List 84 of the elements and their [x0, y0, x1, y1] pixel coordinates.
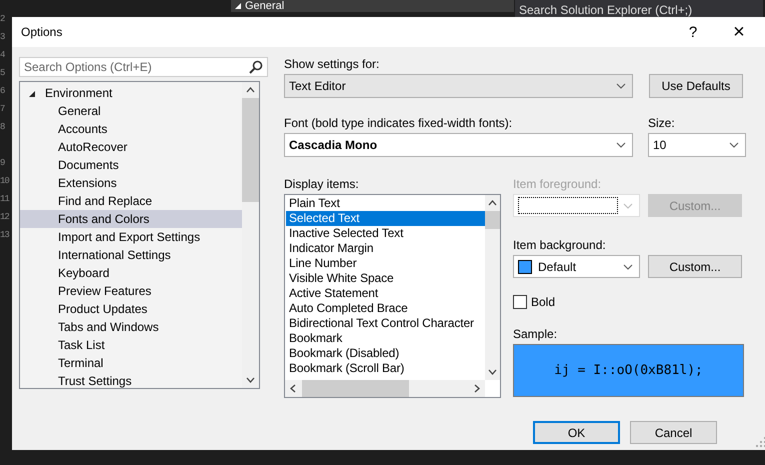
scrollbar-thumb[interactable] [242, 98, 259, 202]
line-number: 11 [0, 193, 9, 206]
sample-text: ij = I::oO(0xB81l); [554, 363, 703, 378]
list-item[interactable]: Selected Text [286, 211, 485, 226]
ok-button[interactable]: OK [533, 421, 620, 444]
expand-arrow-icon [29, 90, 35, 97]
expand-arrow-icon [235, 3, 241, 9]
search-field[interactable]: Search Options (Ctrl+E) [19, 57, 268, 77]
line-number: 4 [0, 49, 4, 62]
resize-grip-icon[interactable] [756, 437, 765, 447]
tree-item[interactable]: Task List [20, 336, 242, 354]
chevron-down-icon [623, 264, 633, 270]
scroll-up-icon [246, 87, 255, 93]
custom-button[interactable]: Custom... [648, 255, 742, 278]
tree-item[interactable]: Keyboard [20, 264, 242, 282]
line-number: 9 [0, 157, 4, 170]
tree-item[interactable]: AutoRecover [20, 138, 242, 156]
field-label: Size: [648, 116, 676, 130]
field-label: Display items: [284, 177, 360, 191]
scrollbar-thumb[interactable] [485, 211, 500, 229]
tree-item[interactable]: Find and Replace [20, 192, 242, 210]
cancel-button[interactable]: Cancel [630, 421, 717, 444]
list-item[interactable]: Active Statement [286, 286, 485, 301]
scroll-down-icon [246, 377, 255, 383]
panel-title: General [245, 0, 284, 12]
list-item[interactable]: Plain Text [286, 196, 485, 211]
close-button[interactable]: × [716, 17, 762, 47]
color-dropdown[interactable]: Default [513, 255, 640, 278]
line-number: 7 [0, 103, 4, 116]
list-item[interactable]: Visible White Space [286, 271, 485, 286]
scrollbar[interactable] [285, 380, 485, 397]
list-item[interactable]: Bookmark [286, 331, 485, 346]
tree-item[interactable]: Extensions [20, 174, 242, 192]
tree-item[interactable]: Preview Features [20, 282, 242, 300]
scrollbar[interactable] [485, 195, 500, 380]
tree-item[interactable]: Fonts and Colors [20, 210, 242, 228]
line-number: 12 [0, 211, 9, 224]
chevron-down-icon [729, 142, 739, 148]
list-item[interactable]: Bidirectional Text Control Character [286, 316, 485, 331]
line-number: 13 [0, 229, 9, 242]
chevron-down-icon [616, 83, 626, 89]
tree-item[interactable]: International Settings [20, 246, 242, 264]
tree-item[interactable]: General [20, 102, 242, 120]
list-item[interactable]: Bookmark (Scroll Bar) [286, 361, 485, 376]
field-label: Item background: [513, 238, 607, 252]
tree-item[interactable]: Trust Settings [20, 372, 242, 390]
scroll-right-icon [474, 384, 480, 393]
line-number: 2 [0, 13, 4, 26]
scrollbar-thumb[interactable] [302, 380, 409, 397]
use-defaults-button[interactable]: Use Defaults [649, 74, 743, 98]
scroll-down-icon [488, 369, 497, 375]
list-item[interactable]: Bookmark (Disabled) [286, 346, 485, 361]
line-number: 6 [0, 85, 4, 98]
line-number: 8 [0, 121, 4, 134]
bold-checkbox[interactable]: Bold [513, 295, 556, 309]
tree-item[interactable]: Tabs and Windows [20, 318, 242, 336]
line-number: 5 [0, 67, 4, 80]
line-number: 3 [0, 31, 4, 44]
field-label: Sample: [513, 327, 558, 341]
chevron-down-icon [623, 202, 633, 208]
tree-item[interactable]: Documents [20, 156, 242, 174]
tree-item[interactable]: Accounts [20, 120, 242, 138]
font-dropdown[interactable]: Cascadia Mono [284, 133, 633, 157]
field-label: Item foreground: [513, 177, 602, 191]
field-label: Show settings for: [284, 57, 380, 71]
size-dropdown[interactable]: 10 [648, 133, 746, 157]
tree-item[interactable]: Import and Export Settings [20, 228, 242, 246]
line-number: 10 [0, 175, 9, 188]
list-item[interactable]: Indicator Margin [286, 241, 485, 256]
list-item[interactable]: Inactive Selected Text [286, 226, 485, 241]
scroll-up-icon [488, 200, 497, 206]
field-label: Font (bold type indicates fixed-width fonts): [284, 116, 514, 130]
window-title: Options [21, 25, 64, 39]
scroll-left-icon [290, 384, 296, 393]
checkbox[interactable] [513, 295, 527, 309]
tree-item[interactable]: Product Updates [20, 300, 242, 318]
list-item[interactable]: Auto Completed Brace [286, 301, 485, 316]
help-button[interactable]: ? [670, 17, 716, 47]
settings-dropdown[interactable]: Text Editor [284, 74, 633, 98]
chevron-down-icon [616, 142, 626, 148]
color-dropdown[interactable] [513, 194, 640, 217]
tree-item[interactable]: Environment [20, 84, 242, 102]
list-item[interactable]: Line Number [286, 256, 485, 271]
tree-item[interactable]: Terminal [20, 354, 242, 372]
